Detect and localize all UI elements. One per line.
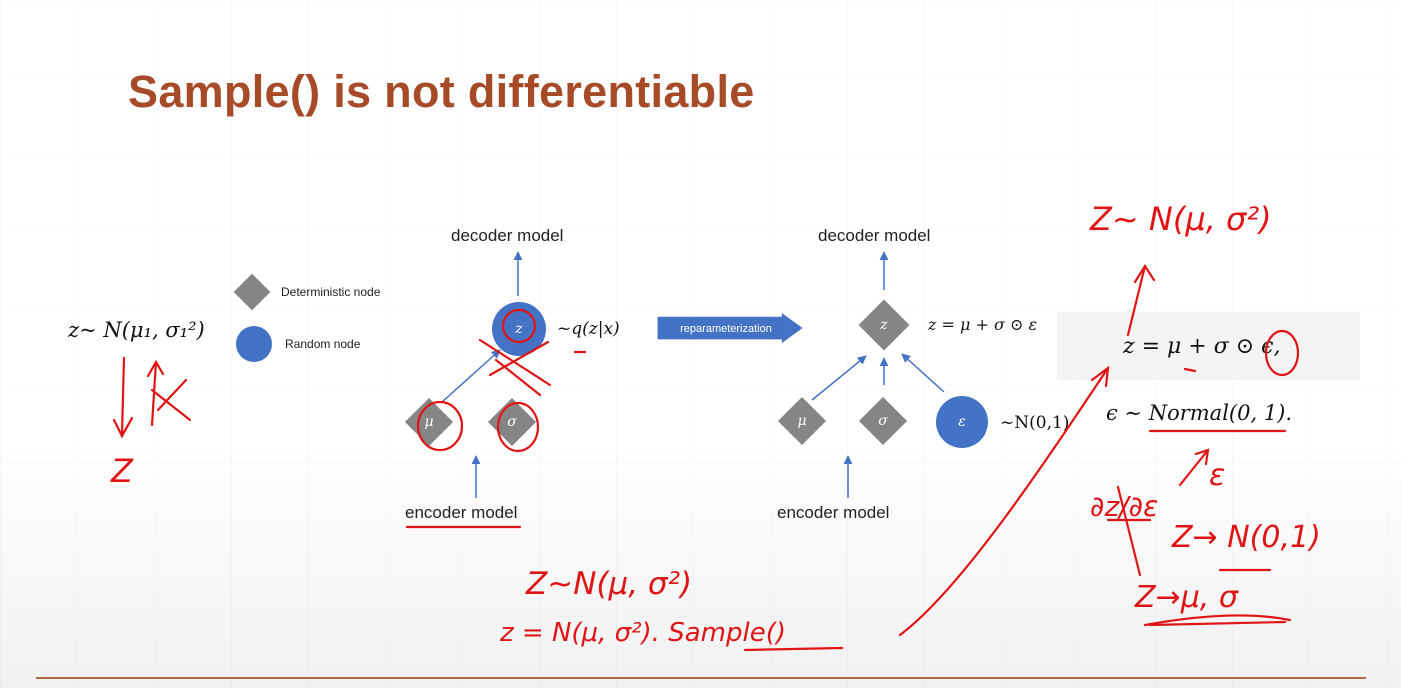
handwriting-z-to-normal: Z→ N(0,1): [1172, 520, 1321, 555]
handwriting-derivative: ∂z/∂ε: [1090, 490, 1159, 523]
handwriting-bottom-line-2: z = N(μ, σ²). Sample(): [500, 618, 786, 648]
handwriting-z-to-mu-sigma: Z→μ, σ: [1135, 580, 1238, 615]
diagram-arrows: [441, 251, 945, 498]
handwriting-strokes: [112, 263, 1300, 652]
bottom-rule: [36, 677, 1366, 679]
handwriting-top-right: Z~ N(μ, σ²): [1090, 200, 1272, 238]
handwriting-bottom-line-1: Z~N(μ, σ²): [526, 566, 693, 602]
handwriting-left-z: Z: [111, 452, 133, 490]
handwriting-eps-note: ε: [1209, 458, 1226, 493]
